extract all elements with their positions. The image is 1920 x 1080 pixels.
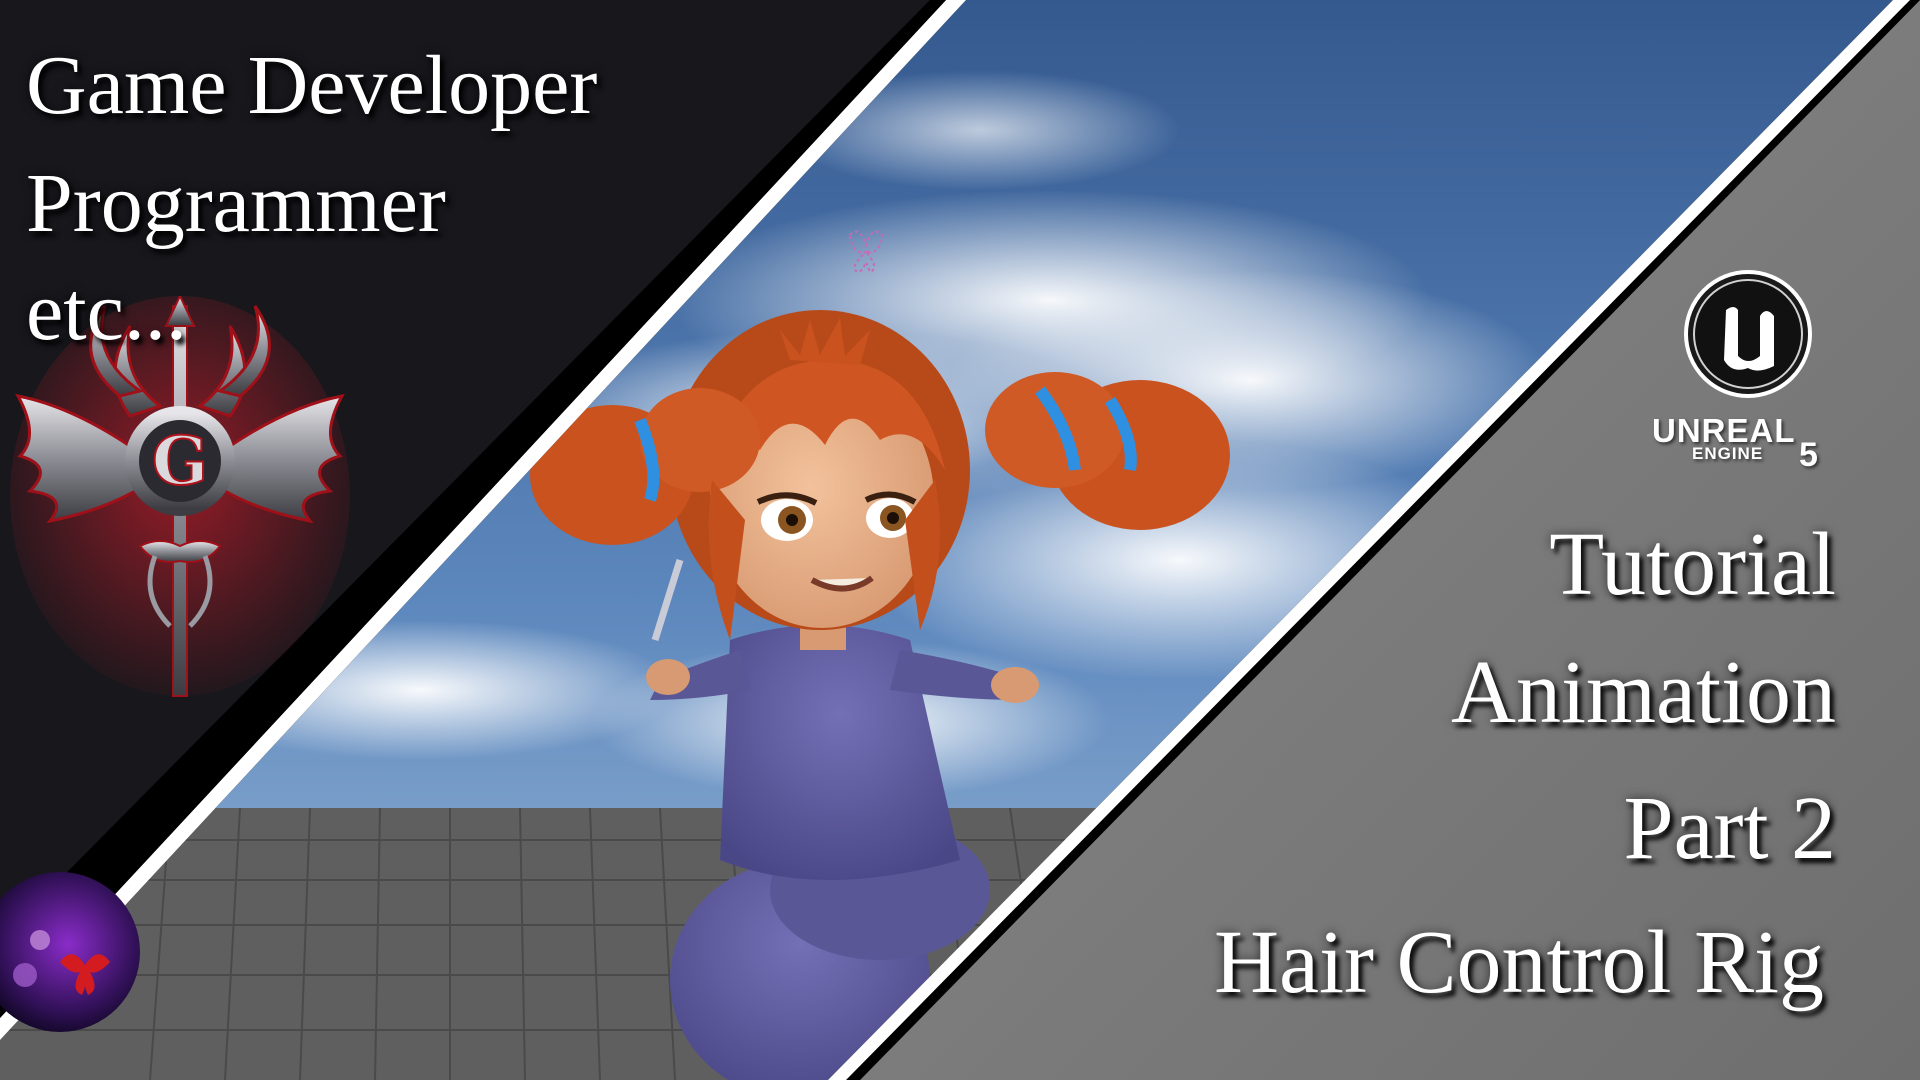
svg-text:G: G [152,422,208,500]
tutorial-title-line-2: Animation [1451,643,1836,742]
headline-line-3: etc... [26,265,187,358]
tutorial-title-line-3: Part 2 [1623,779,1836,878]
tutorial-title-line-4: Hair Control Rig [1214,913,1824,1012]
headline-line-2: Programmer [26,157,446,250]
engine-version-label: 5 [1799,436,1818,474]
headline-line-1: Game Developer [26,39,598,132]
tutorial-title-line-1: Tutorial [1549,515,1836,614]
engine-sub-label: ENGINE [1692,444,1764,463]
